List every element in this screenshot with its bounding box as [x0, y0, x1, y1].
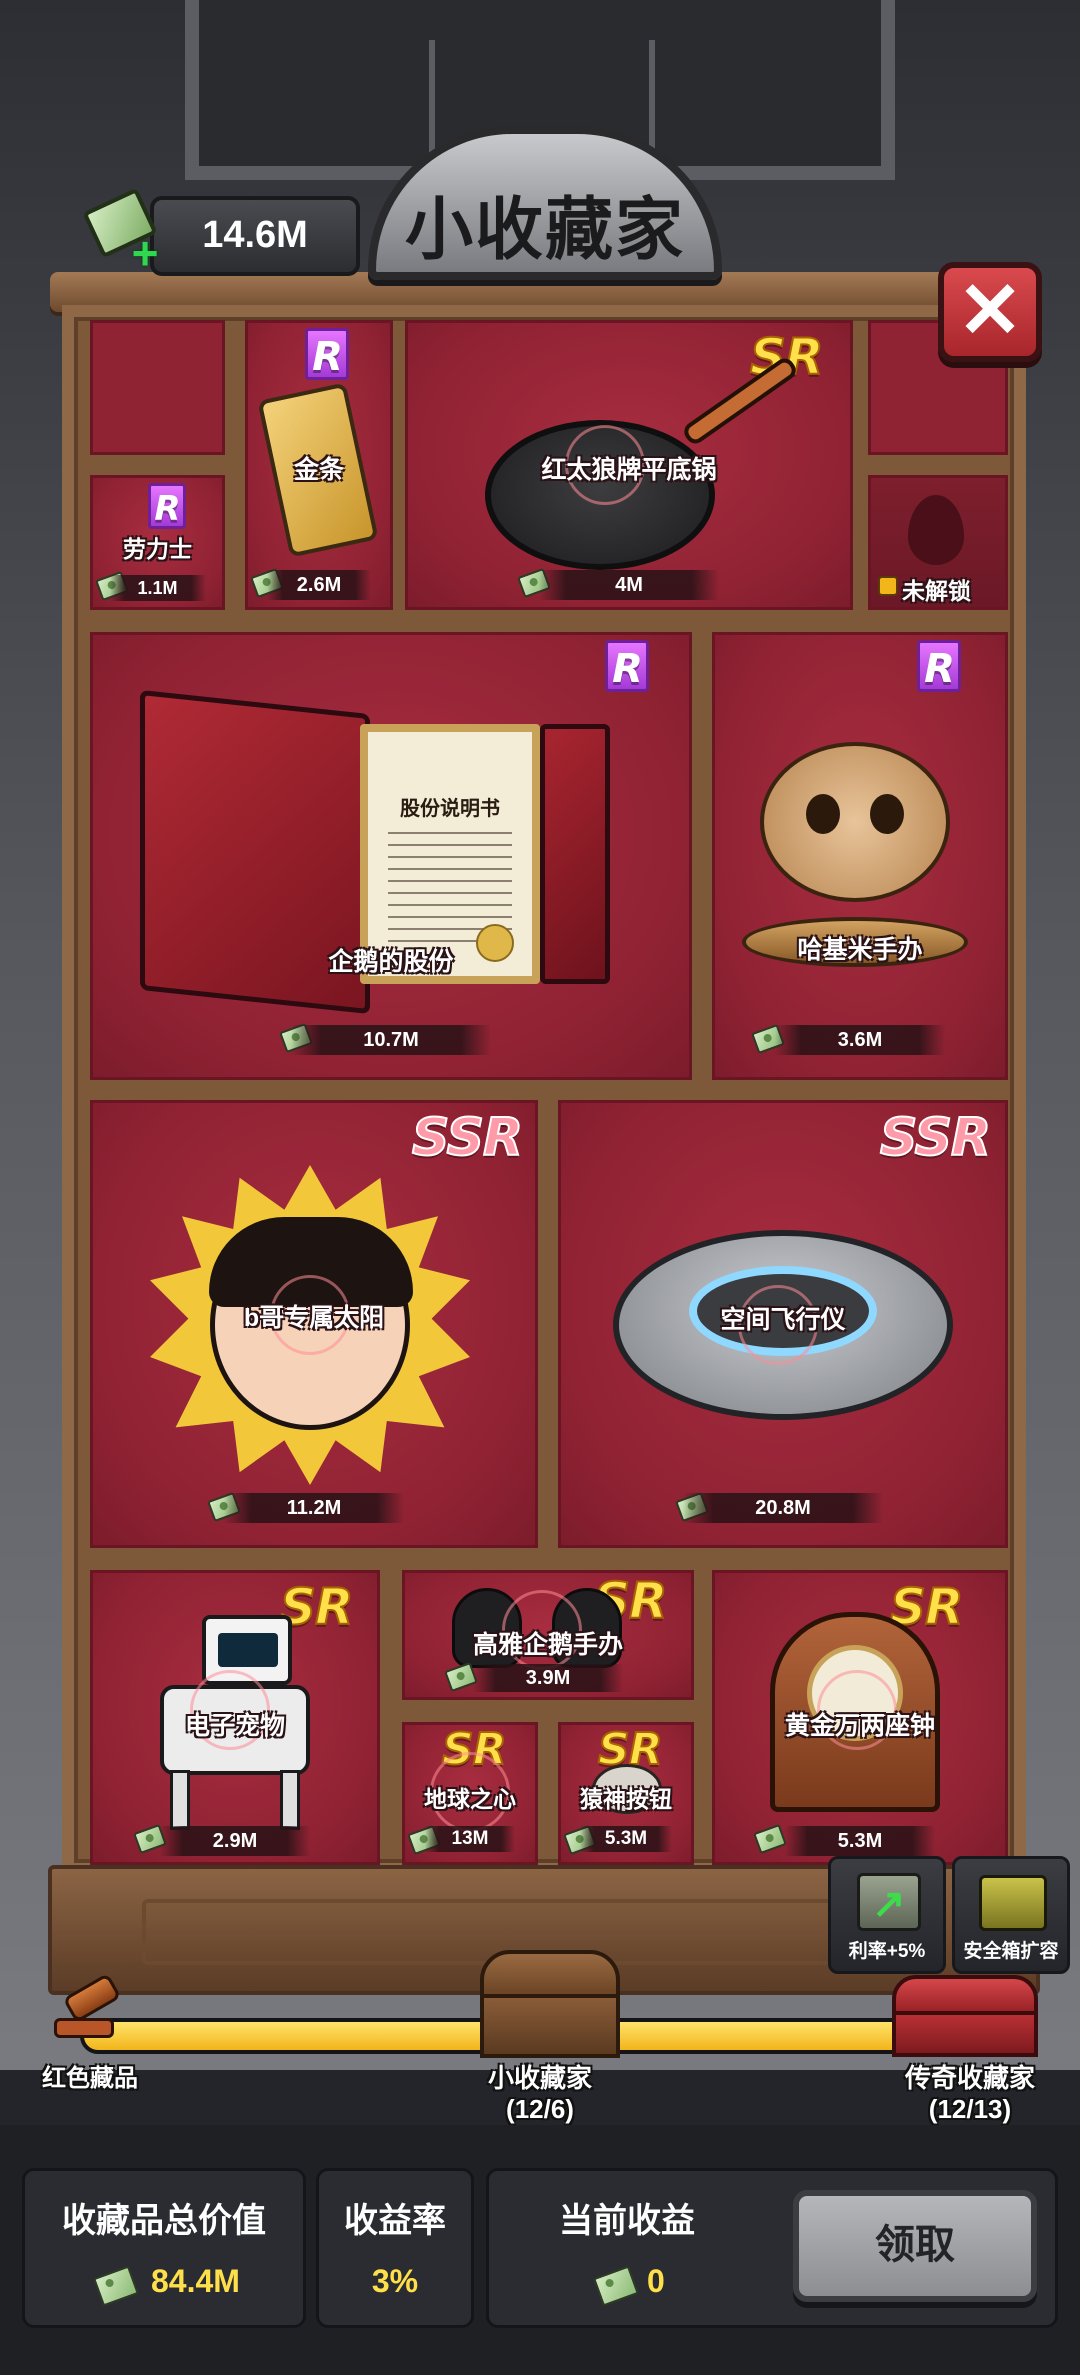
income-title: 当前收益 — [559, 2202, 695, 2240]
item-cell-robot-pet[interactable]: SR 电子宠物 2.9M — [90, 1570, 380, 1865]
cat-figure-image — [760, 742, 950, 902]
silhouette-image — [908, 495, 964, 565]
gavel-head — [62, 1972, 122, 2024]
claim-button[interactable]: 领取 — [793, 2190, 1037, 2302]
total-value-title: 收藏品总价值 — [62, 2202, 266, 2240]
item-cell-frying-pan[interactable]: SR 红太狼牌平底锅 4M — [405, 320, 853, 610]
item-name: 企鹅的股份 — [328, 948, 454, 976]
item-value: 13M — [425, 1826, 515, 1852]
item-cell-earth-heart[interactable]: SR 地球之心 13M — [402, 1722, 538, 1865]
milestone-mid-label: 小收藏家 — [487, 2063, 592, 2093]
income-value: 0 — [647, 2263, 665, 2299]
item-name: b哥专属太阳 — [243, 1304, 385, 1332]
item-value: 3.9M — [473, 1664, 623, 1692]
close-button[interactable]: ✕ — [938, 262, 1042, 362]
safe-upgrade-button[interactable]: 安全箱扩容 — [952, 1856, 1070, 1974]
item-cell-penguin-figure[interactable]: SR 高雅企鹅手办 3.9M — [402, 1570, 694, 1700]
locked-label: 未解锁 — [902, 578, 971, 604]
total-value-card: 收藏品总价值 84.4M — [22, 2168, 306, 2328]
cat-eye — [870, 794, 904, 834]
money-icon — [593, 2265, 639, 2307]
item-name: 金条 — [293, 456, 344, 484]
item-cell-gold-bar[interactable]: R 金条 2.6M — [245, 320, 393, 610]
chest-body — [480, 1994, 620, 2058]
item-value: 2.9M — [160, 1826, 310, 1856]
milestone-legend-count: (12/13) — [928, 2094, 1012, 2124]
locked-slot[interactable]: 未解锁 — [868, 475, 1008, 610]
rarity-badge: SSR — [411, 1107, 524, 1169]
item-cell-monkey-button[interactable]: SR 猿神按钮 5.3M — [558, 1722, 694, 1865]
item-value: 5.3M — [785, 1826, 935, 1856]
page-title: 小收藏家 — [404, 190, 685, 270]
rate-up-icon: ↗ — [857, 1873, 921, 1931]
chest-lid — [892, 1975, 1038, 2015]
item-name: 哈基米手办 — [797, 936, 923, 964]
robot-screen — [218, 1633, 278, 1667]
money-icon — [753, 1823, 787, 1855]
item-name: 电子宠物 — [184, 1712, 285, 1740]
chest-small-icon[interactable] — [470, 1950, 630, 2060]
cash-display[interactable]: 14.6M — [150, 196, 360, 276]
item-value: 2.6M — [267, 570, 371, 600]
gavel-icon[interactable] — [50, 1972, 130, 2050]
item-cell-sun[interactable]: SSR b哥专属太阳 11.2M — [90, 1100, 538, 1548]
cat-eye — [806, 794, 840, 834]
gavel-base — [54, 2018, 114, 2038]
milestone-mid-count: (12/6) — [506, 2094, 574, 2124]
money-plus-icon[interactable]: + — [82, 187, 164, 280]
robot-leg — [280, 1770, 300, 1830]
rate-card: 收益率 3% — [316, 2168, 474, 2328]
rarity-badge: R — [605, 640, 649, 692]
chest-lid — [480, 1950, 620, 1998]
rate-title: 收益率 — [344, 2202, 446, 2240]
pan-handle — [680, 354, 800, 448]
rarity-badge: SSR — [879, 1107, 992, 1169]
rate-value: 3% — [371, 2263, 419, 2299]
safe-icon — [979, 1875, 1047, 1931]
item-cell-clock[interactable]: SR 黄金万两座钟 5.3M — [712, 1570, 1008, 1865]
item-cell-rolex[interactable]: R 劳力士 1.1M — [90, 475, 225, 610]
item-value: 4M — [539, 570, 719, 600]
certificate-title: 股份说明书 — [400, 798, 500, 820]
item-value: 3.6M — [775, 1025, 945, 1055]
plus-icon: + — [131, 227, 159, 279]
item-value: 1.1M — [109, 575, 206, 601]
item-name: 猿神按钮 — [580, 1786, 672, 1812]
item-name: 高雅企鹅手办 — [472, 1631, 623, 1659]
rate-upgrade-button[interactable]: ↗ 利率+5% — [828, 1856, 946, 1974]
rarity-badge: R — [148, 483, 186, 529]
item-name: 空间飞行仪 — [720, 1306, 846, 1334]
rate-upgrade-label: 利率+5% — [848, 1941, 926, 1962]
item-name: 劳力士 — [123, 536, 192, 562]
empty-slot — [90, 320, 225, 455]
rarity-badge: R — [917, 640, 961, 692]
item-cell-spacecraft[interactable]: SSR 空间飞行仪 20.8M — [558, 1100, 1008, 1548]
robot-leg — [170, 1770, 190, 1830]
item-cell-penguin-shares[interactable]: R 股份说明书 企鹅的股份 10.7M — [90, 632, 692, 1080]
item-name: 地球之心 — [424, 1786, 516, 1812]
milestone-legend-label: 传奇收藏家 — [904, 2063, 1035, 2093]
rarity-badge: R — [305, 328, 349, 380]
lock-icon — [878, 576, 898, 596]
total-value: 84.4M — [151, 2263, 240, 2299]
item-value: 5.3M — [580, 1826, 672, 1852]
chest-body — [892, 2011, 1038, 2057]
milestone-red-label: 红色藏品 — [42, 2065, 138, 2092]
safe-upgrade-label: 安全箱扩容 — [963, 1941, 1059, 1962]
item-name: 红太狼牌平底锅 — [541, 456, 717, 484]
money-icon — [93, 2265, 139, 2307]
item-cell-hakimi[interactable]: R 哈基米手办 3.6M — [712, 632, 1008, 1080]
cash-value: 14.6M — [202, 214, 308, 256]
item-value: 11.2M — [224, 1493, 404, 1523]
chest-legendary-icon[interactable] — [886, 1975, 1046, 2060]
item-name: 黄金万两座钟 — [784, 1712, 935, 1740]
item-value: 10.7M — [291, 1025, 491, 1055]
item-value: 20.8M — [683, 1493, 883, 1523]
